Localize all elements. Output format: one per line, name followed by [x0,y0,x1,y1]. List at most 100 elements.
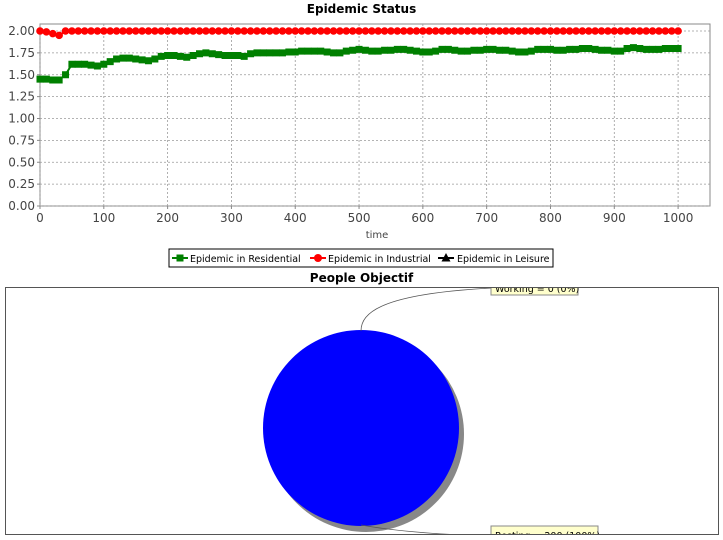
data-point-0 [527,47,535,55]
data-point-0 [55,76,63,84]
data-point-0 [208,50,216,58]
data-point-0 [355,45,363,53]
data-point-0 [42,75,50,83]
data-point-0 [464,47,472,55]
legend-label-leisure: Epidemic in Leisure [457,254,550,265]
x-tick-label: 100 [92,211,115,225]
data-point-0 [457,47,465,55]
data-point-0 [451,46,459,54]
data-point-0 [368,47,376,55]
data-point-0 [330,49,338,57]
legend-label-residential: Epidemic in Residential [190,254,301,265]
data-point-0 [668,45,676,52]
data-point-0 [476,46,484,54]
data-point-0 [202,49,210,57]
data-point-0 [342,47,350,55]
data-point-0 [629,44,637,52]
data-point-0 [298,47,306,55]
data-point-0 [508,47,516,55]
data-point-0 [310,47,318,55]
y-tick-label: 0.75 [8,133,35,147]
y-tick-label: 1.75 [8,46,35,60]
y-axis: 0.00 0.25 0.50 0.75 1.00 1.25 1.50 1.75 2.00 [8,24,40,213]
data-point-0 [62,71,70,79]
data-point-0 [419,48,427,56]
legend: Epidemic in Residential Epidemic in Indu… [168,248,554,268]
data-point-0 [674,45,682,52]
data-point-0 [74,60,82,68]
data-point-0 [106,58,114,66]
pie-label-resting-text: Resting = 200 (100%) [495,531,600,540]
data-point-0 [138,56,146,64]
data-point-0 [642,45,650,53]
data-point-1 [36,27,44,35]
data-point-0 [317,47,325,55]
legend-marker-residential [176,254,184,262]
data-point-0 [412,47,420,55]
data-point-0 [546,45,554,53]
data-point-1 [42,28,51,36]
data-point-0 [566,45,574,53]
data-point-0 [132,55,140,63]
pie-slices [263,330,459,526]
people-objectif-chart: People Objectif Working = 0 (0%) Resting… [5,271,719,540]
data-point-0 [151,55,159,63]
data-point-0 [125,54,133,62]
data-point-0 [540,45,548,53]
data-point-0 [406,46,414,54]
y-tick-label: 0.00 [8,199,35,213]
data-point-0 [585,45,593,52]
pie-slice-1 [263,330,459,526]
data-point-0 [170,52,178,59]
y-tick-label: 1.25 [8,90,35,104]
data-point-0 [617,47,625,55]
data-point-0 [36,75,44,83]
data-point-0 [400,45,408,53]
data-point-0 [215,51,223,59]
x-axis-label: time [366,230,389,241]
data-point-0 [661,45,669,52]
data-point-0 [444,45,452,53]
data-point-0 [87,61,95,69]
data-point-1 [48,29,57,38]
data-point-0 [604,46,612,54]
data-point-0 [559,46,567,54]
data-point-0 [81,60,89,68]
data-point-1 [55,31,63,40]
epidemic-status-chart: Epidemic Status 0.00 0.25 0.50 0.75 1.00 1.25… [8,2,711,268]
x-tick-label: 400 [284,211,307,225]
data-point-0 [521,48,529,56]
data-point-0 [438,45,446,53]
data-point-0 [349,46,357,54]
data-point-0 [323,48,331,56]
y-tick-label: 2.00 [8,24,35,38]
data-point-0 [495,46,503,54]
y-tick-label: 0.25 [8,177,35,191]
pie-title: People Objectif [310,271,414,285]
data-point-0 [272,49,280,57]
chart-title: Epidemic Status [307,2,416,16]
data-point-0 [572,45,580,53]
data-point-0 [189,52,197,59]
data-point-0 [432,47,440,55]
data-point-0 [598,46,606,54]
legend-label-industrial: Epidemic in Industrial [328,254,431,265]
data-point-0 [610,47,618,55]
data-point-1 [674,27,682,35]
x-axis: 0 100 200 300 400 500 600 700 800 900 1000 [36,206,693,225]
data-point-0 [176,52,184,60]
data-point-0 [515,48,523,56]
data-point-0 [304,47,312,55]
data-point-0 [278,49,286,57]
data-point-0 [68,60,76,68]
data-point-0 [49,76,57,84]
y-tick-label: 0.50 [8,155,35,169]
data-point-0 [578,45,586,52]
x-tick-label: 800 [539,211,562,225]
data-point-0 [425,48,433,56]
data-point-0 [183,53,191,61]
x-tick-label: 900 [603,211,626,225]
data-point-0 [374,47,382,55]
data-point-0 [259,49,267,57]
data-point-0 [266,49,274,57]
